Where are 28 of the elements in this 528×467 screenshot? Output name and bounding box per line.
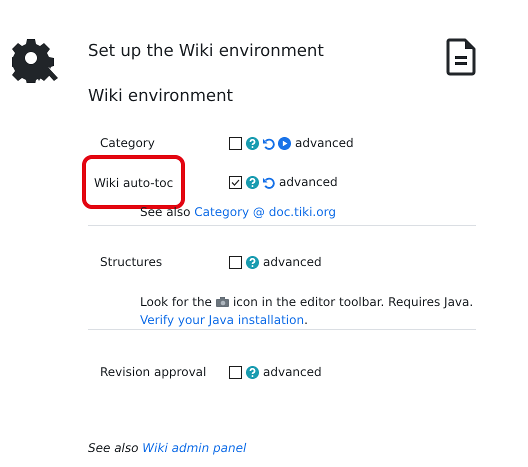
preference-label: Category <box>99 135 155 152</box>
admin-link[interactable]: Wiki admin panel <box>142 440 246 455</box>
hint-text: . <box>304 312 308 329</box>
preference-label: Wiki auto-toc <box>94 176 174 190</box>
page-title: Set up the Wiki environment <box>88 40 324 62</box>
advanced-tag: advanced <box>263 253 322 272</box>
checkbox[interactable] <box>229 136 242 150</box>
section-heading: Wiki environment <box>88 85 234 107</box>
checkbox[interactable] <box>229 366 242 379</box>
advanced-tag: advanced <box>295 134 354 152</box>
advanced-tag: advanced <box>279 173 338 192</box>
settings-wand-icon <box>12 37 58 83</box>
preference-label: Structures <box>99 254 162 272</box>
undo-icon[interactable] <box>262 176 275 189</box>
document-icon <box>446 38 476 76</box>
see-also-text: See also Category @ doc.tiki.org <box>139 204 337 221</box>
checkbox[interactable] <box>229 176 242 189</box>
preference-label: Revision approval <box>99 364 206 382</box>
doc-link[interactable]: Category @ doc.tiki.org <box>194 204 336 219</box>
hint-text: icon in the editor toolbar. Requires Java. <box>232 294 474 311</box>
undo-icon[interactable] <box>262 136 275 150</box>
see-also-text: See also Wiki admin panel <box>88 440 248 457</box>
hint-text: Look for the <box>140 294 212 311</box>
play-icon[interactable] <box>278 136 291 150</box>
java-link[interactable]: Verify your Java installation <box>140 310 304 329</box>
checkbox[interactable] <box>229 256 242 269</box>
advanced-tag: advanced <box>263 363 322 382</box>
camera-icon <box>216 296 229 307</box>
